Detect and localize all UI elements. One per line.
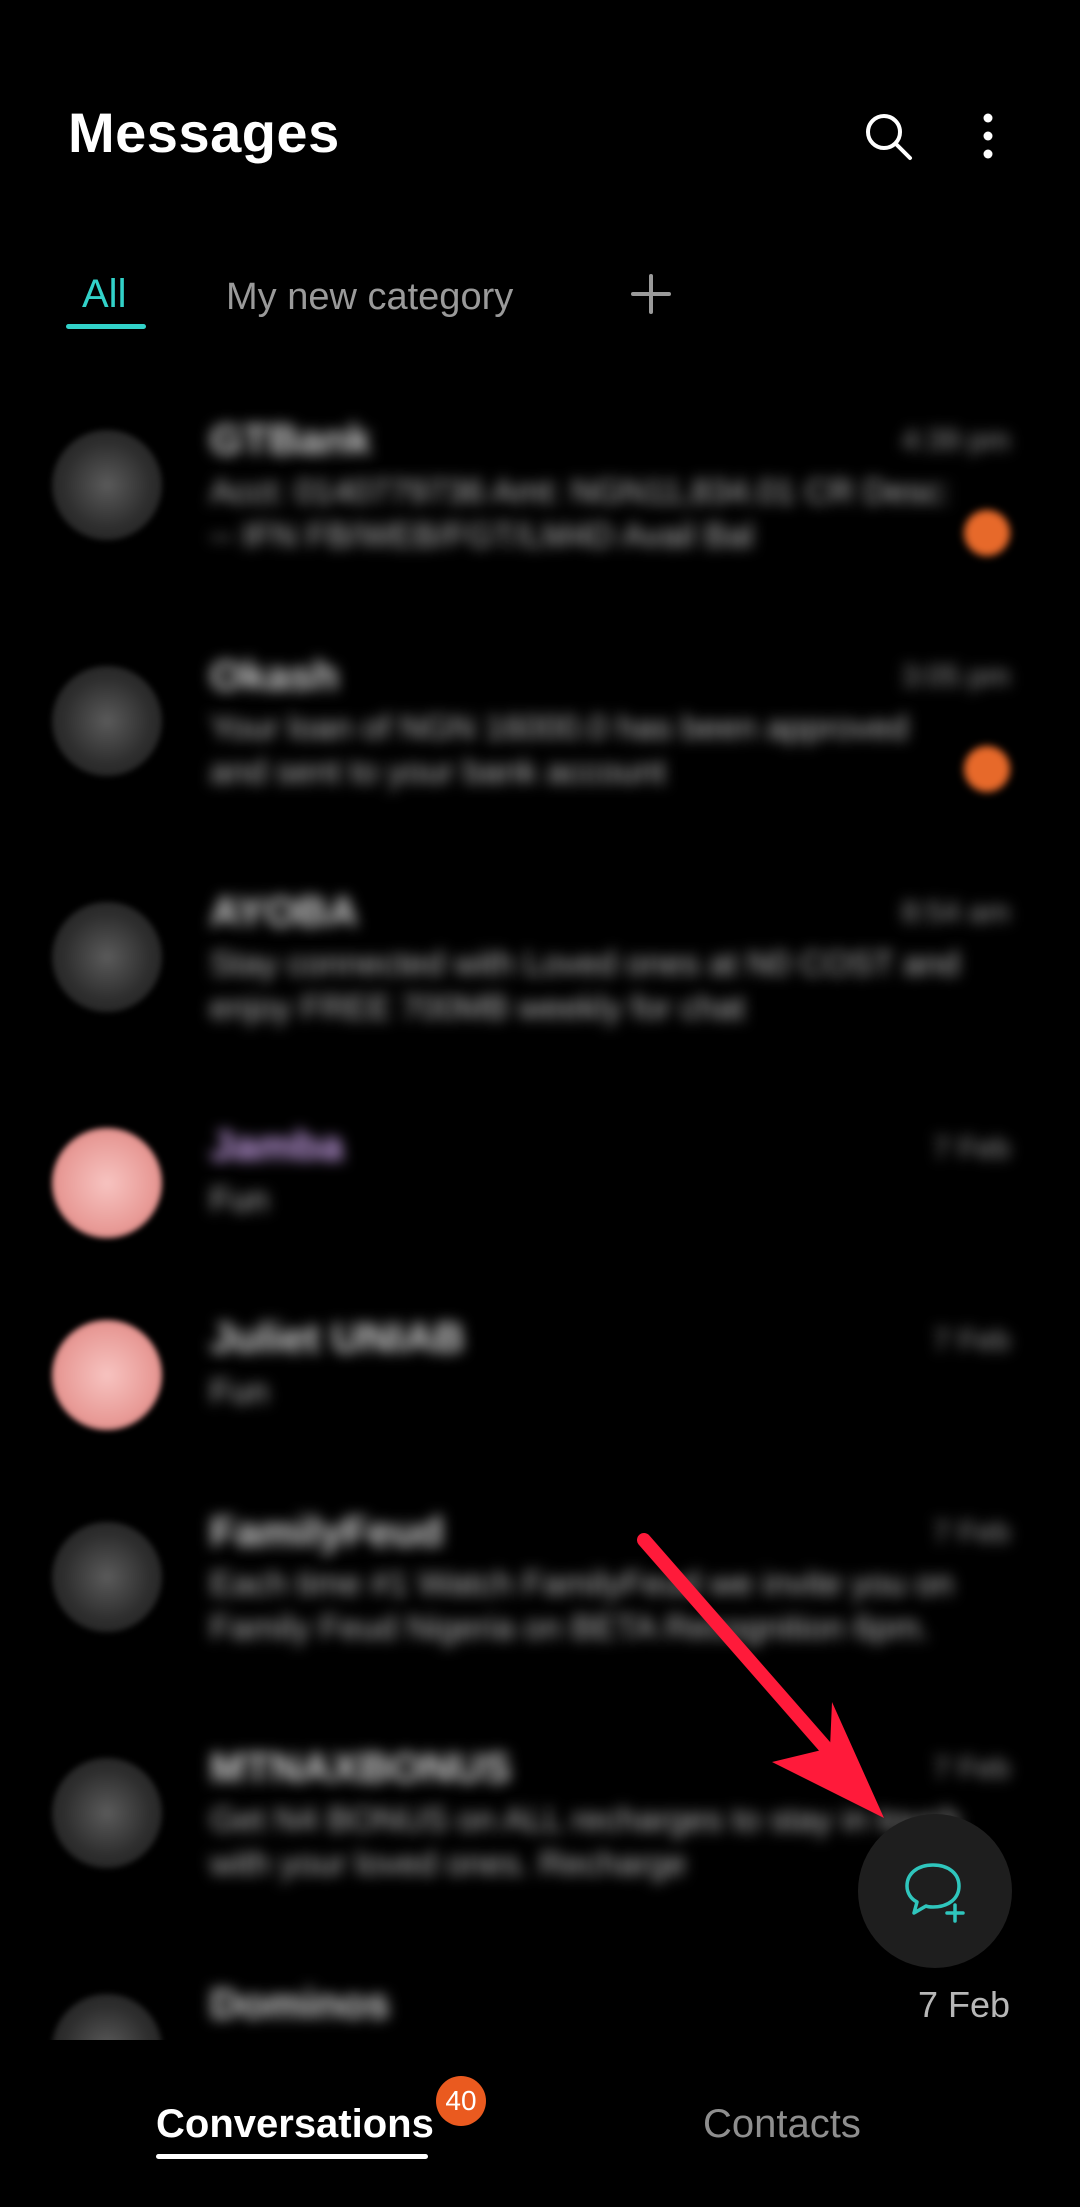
conversation-item[interactable]: GTBank 4:39 pm Acct: 0140779736 Amt: NGN… <box>0 400 1080 636</box>
avatar <box>52 902 162 1012</box>
app-header: Messages <box>0 0 1080 260</box>
message-preview: Acct: 0140779736 Amt: NGN11,834.01 CR De… <box>210 473 951 555</box>
fab-date-label: 7 Feb <box>917 1984 1010 2025</box>
tab-conversations[interactable]: Conversations <box>156 2102 434 2147</box>
message-preview: Your loan of NGN 16000.0 has been approv… <box>210 709 909 791</box>
search-icon <box>866 114 912 160</box>
new-message-icon <box>905 1863 965 1923</box>
avatar <box>52 1128 162 1238</box>
timestamp: 7 Feb <box>933 1516 1010 1549</box>
new-message-button[interactable] <box>858 1814 1012 1968</box>
tab-contacts[interactable]: Contacts <box>703 2102 861 2147</box>
conversation-item[interactable]: Okash 3:05 pm Your loan of NGN 16000.0 h… <box>0 636 1080 872</box>
message-preview: Get N4 BONUS on ALL recharges to stay in… <box>210 1801 961 1883</box>
message-preview: Each time #1 Watch FamilyFeud we invite … <box>210 1565 954 1647</box>
contact-name: FamilyFeud <box>210 1508 444 1555</box>
timestamp: 3:05 pm <box>901 660 1010 693</box>
plus-icon <box>631 274 671 314</box>
message-preview: Fun <box>210 1373 269 1411</box>
timestamp: 4:39 pm <box>901 424 1010 457</box>
unread-count-badge: 40 <box>436 2076 486 2126</box>
contact-name: AYOBA <box>210 888 358 935</box>
avatar <box>52 1522 162 1632</box>
add-category-button[interactable] <box>626 264 676 324</box>
contact-name: Dominos <box>210 1980 390 2027</box>
avatar <box>52 430 162 540</box>
avatar <box>52 1758 162 1868</box>
message-preview: Stay connected with Loved ones at N0 COS… <box>210 945 960 1027</box>
bottom-navigation: Conversations 40 Contacts <box>0 2040 1080 2207</box>
more-vertical-icon <box>983 113 993 159</box>
contact-name: MTNAXBONUS <box>210 1744 511 1791</box>
active-tab-indicator <box>156 2154 428 2159</box>
contact-name: Okash <box>210 652 339 699</box>
category-tabs: All My new category <box>0 270 1080 340</box>
more-options-button[interactable] <box>968 106 1008 166</box>
tab-all[interactable]: All <box>82 272 126 317</box>
unread-indicator <box>964 510 1010 556</box>
conversation-item[interactable]: FamilyFeud 7 Feb Each time #1 Watch Fami… <box>0 1492 1080 1728</box>
tab-my-new-category[interactable]: My new category <box>226 276 513 319</box>
timestamp: 8:54 am <box>901 896 1010 929</box>
unread-indicator <box>964 746 1010 792</box>
contact-name: Juliet UNIAB <box>210 1314 465 1361</box>
search-button[interactable] <box>858 106 918 166</box>
tab-active-indicator <box>66 324 146 329</box>
page-title: Messages <box>68 101 340 164</box>
conversation-list: GTBank 4:39 pm Acct: 0140779736 Amt: NGN… <box>0 400 1080 2040</box>
message-preview: Fun <box>210 1181 269 1219</box>
timestamp: 7 Feb <box>933 1132 1010 1165</box>
avatar <box>52 1320 162 1430</box>
contact-name: GTBank <box>210 416 372 463</box>
avatar <box>52 1994 162 2040</box>
timestamp: 7 Feb <box>933 1752 1010 1785</box>
conversation-item[interactable]: AYOBA 8:54 am Stay connected with Loved … <box>0 872 1080 1108</box>
avatar <box>52 666 162 776</box>
contact-name: Jamba <box>210 1122 344 1169</box>
timestamp: 7 Feb <box>933 1324 1010 1357</box>
